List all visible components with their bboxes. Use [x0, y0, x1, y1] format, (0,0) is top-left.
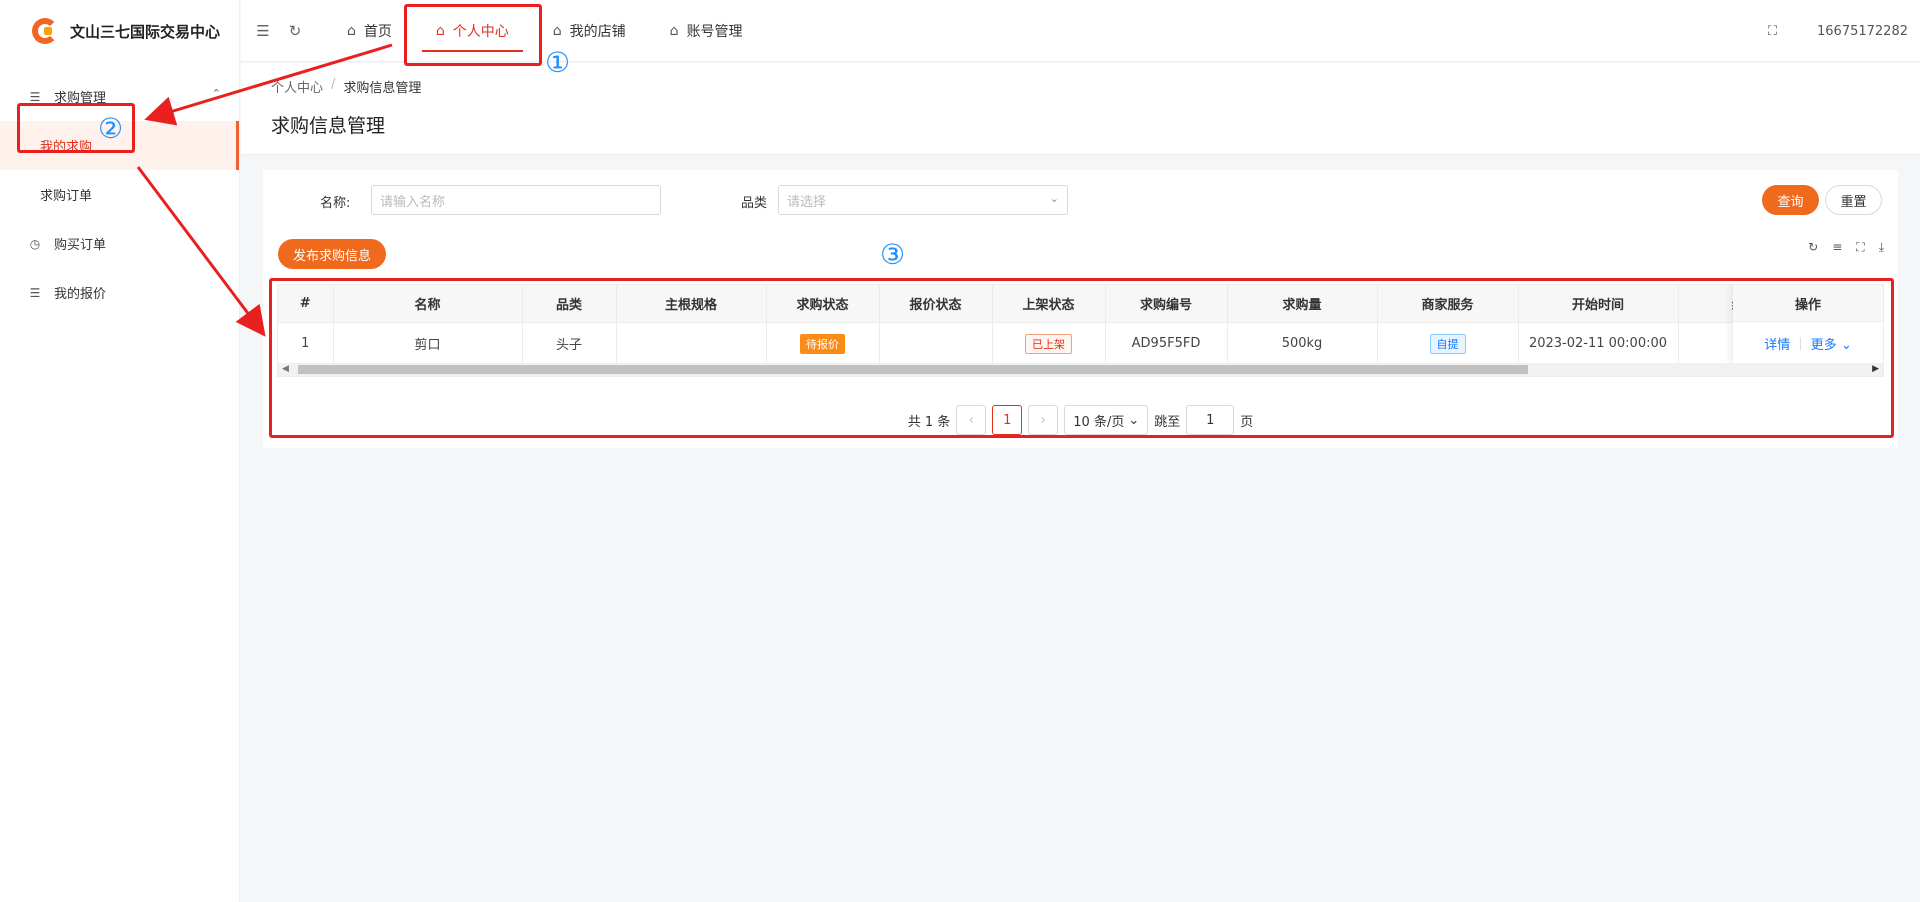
- sliders-icon: ☰: [29, 89, 41, 104]
- sliders-icon: ☰: [29, 285, 41, 300]
- publish-purchase-button[interactable]: 发布求购信息: [278, 239, 386, 269]
- annotation-number-2: ②: [98, 112, 124, 145]
- sidebar-item-my-quotes[interactable]: ☰ 我的报价: [0, 268, 239, 317]
- annotation-number-1: ①: [545, 46, 571, 79]
- clock-icon: ◷: [29, 236, 41, 251]
- home-icon: ⌂: [669, 22, 679, 39]
- sidebar-menu: ☰ 求购管理 ⌃ 我的求购 求购订单 ◷ 购买订单 ☰ 我的报价: [0, 62, 239, 317]
- breadcrumb-current: 求购信息管理: [343, 81, 422, 96]
- category-select-placeholder: 请选择: [787, 194, 827, 210]
- menu-label: 购买订单: [54, 238, 107, 253]
- annotation-number-3: ③: [880, 238, 906, 271]
- user-account[interactable]: 16675172282: [1817, 24, 1908, 39]
- annotation-box-3: [269, 278, 1894, 438]
- topbar-right: ⛶ 16675172282: [1768, 0, 1908, 62]
- tab-home[interactable]: ⌂ 首页: [325, 0, 414, 62]
- category-filter-label: 品类: [741, 196, 768, 211]
- reset-button[interactable]: 重置: [1825, 185, 1882, 215]
- breadcrumb-separator: /: [331, 77, 336, 92]
- query-button[interactable]: 查询: [1762, 185, 1819, 215]
- breadcrumb: 个人中心 / 求购信息管理: [271, 77, 421, 96]
- tab-label: 账号管理: [686, 23, 743, 40]
- collapse-menu-icon[interactable]: ☰: [253, 21, 273, 41]
- menu-label: 我的报价: [54, 287, 107, 302]
- fullscreen-icon[interactable]: ⛶: [1768, 24, 1777, 39]
- page-title: 求购信息管理: [271, 115, 386, 137]
- table-toolbar: ↻ ≡ ⛶ ⤓: [1808, 240, 1884, 255]
- chevron-down-icon: ⌄: [1049, 192, 1059, 205]
- column-settings-icon[interactable]: ≡: [1832, 240, 1842, 255]
- refresh-icon[interactable]: ↻: [1808, 240, 1818, 255]
- logo[interactable]: 文山三七国际交易中心: [0, 0, 239, 62]
- page-header: 个人中心 / 求购信息管理 求购信息管理: [241, 63, 1920, 155]
- home-icon: ⌂: [347, 22, 356, 39]
- fullscreen-icon[interactable]: ⛶: [1856, 240, 1864, 255]
- logo-icon: [30, 16, 60, 46]
- home-icon: ⌂: [552, 22, 562, 39]
- breadcrumb-root[interactable]: 个人中心: [271, 77, 323, 96]
- sidebar-item-buy-orders[interactable]: ◷ 购买订单: [0, 219, 239, 268]
- annotation-box-1: [404, 4, 542, 66]
- chevron-up-icon: ⌃: [211, 87, 221, 100]
- tab-label: 我的店铺: [569, 23, 626, 40]
- name-search-input[interactable]: 请输入名称: [371, 185, 661, 215]
- category-select[interactable]: 请选择 ⌄: [778, 185, 1068, 215]
- app-title: 文山三七国际交易中心: [70, 22, 221, 41]
- tab-label: 首页: [363, 23, 392, 40]
- name-filter-label: 名称:: [320, 196, 351, 211]
- sidebar-item-purchase-orders[interactable]: 求购订单: [0, 170, 239, 219]
- tab-account-management[interactable]: ⌂ 账号管理: [648, 0, 765, 62]
- refresh-icon[interactable]: ↻: [285, 21, 305, 41]
- download-icon[interactable]: ⤓: [1879, 240, 1884, 255]
